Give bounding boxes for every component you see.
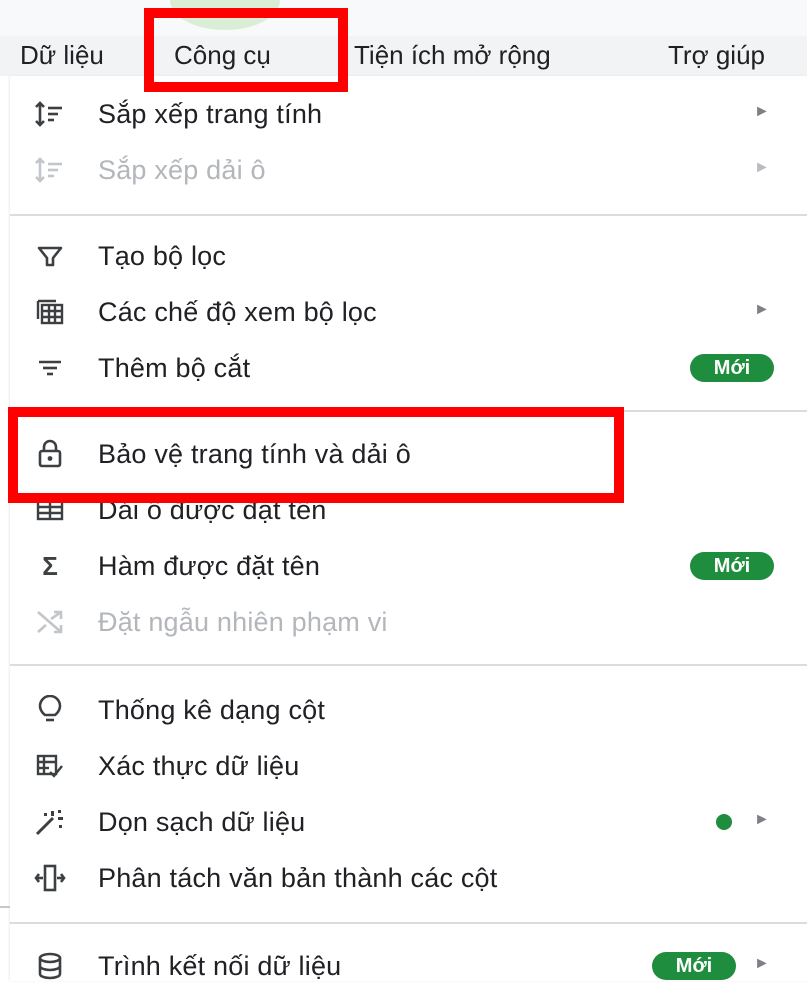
shuffle-icon: [34, 606, 66, 638]
data-menu-dropdown: Sắp xếp trang tính ► Sắp xếp dải ô ► Tạo…: [10, 76, 807, 981]
divider: [0, 906, 10, 908]
menu-item-label: Phân tách văn bản thành các cột: [98, 863, 498, 893]
menu-item-label: Các chế độ xem bộ lọc: [98, 297, 377, 327]
menu-item-label: Trình kết nối dữ liệu: [98, 951, 342, 981]
sort-range-icon: [34, 154, 66, 186]
menu-item-label: Thêm bộ cắt: [98, 353, 251, 383]
new-feature-dot: [716, 814, 732, 830]
submenu-arrow-icon: ►: [754, 301, 770, 318]
menu-item-data-validation[interactable]: Xác thực dữ liệu: [10, 738, 807, 794]
menu-item-create-filter[interactable]: Tạo bộ lọc: [10, 228, 807, 284]
new-badge: Mới: [690, 354, 774, 382]
sigma-icon: Σ: [42, 550, 58, 581]
split-columns-icon: [34, 862, 66, 894]
menu-item-data-cleanup[interactable]: Dọn sạch dữ liệu ►: [10, 794, 807, 850]
menu-extensions[interactable]: Tiện ích mở rộng: [354, 40, 551, 70]
filter-icon: [34, 240, 66, 272]
menu-item-sort-range[interactable]: Sắp xếp dải ô ►: [10, 142, 807, 198]
new-badge: Mới: [690, 552, 774, 580]
menu-item-label: Tạo bộ lọc: [98, 241, 227, 271]
menu-item-label: Đặt ngẫu nhiên phạm vi: [98, 607, 388, 637]
menu-divider: [10, 664, 807, 666]
menu-item-data-connectors[interactable]: Trình kết nối dữ liệu Mới ►: [10, 938, 807, 994]
menu-item-label: Sắp xếp trang tính: [98, 99, 323, 129]
database-icon: [34, 950, 66, 982]
menubar: Dữ liệu Công cụ Tiện ích mở rộng Trợ giú…: [0, 36, 807, 76]
menu-item-label: Dọn sạch dữ liệu: [98, 807, 306, 837]
lightbulb-icon: [34, 694, 66, 726]
submenu-arrow-icon: ►: [754, 103, 770, 120]
menu-item-named-functions[interactable]: Σ Hàm được đặt tên Mới: [10, 538, 807, 594]
menu-item-label: Hàm được đặt tên: [98, 551, 321, 581]
data-validation-icon: [34, 750, 66, 782]
top-strip: [0, 0, 807, 36]
menu-item-add-slicer[interactable]: Thêm bộ cắt Mới: [10, 340, 807, 396]
filter-views-icon: [34, 296, 66, 328]
magic-wand-icon: [34, 806, 66, 838]
menu-item-label: Xác thực dữ liệu: [98, 751, 300, 781]
slicer-icon: [34, 352, 66, 384]
menu-item-split-text[interactable]: Phân tách văn bản thành các cột: [10, 850, 807, 906]
highlight-box-protect-item: [8, 407, 624, 503]
menu-divider: [10, 922, 807, 924]
submenu-arrow-icon: ►: [754, 811, 770, 828]
menu-help[interactable]: Trợ giúp: [668, 40, 765, 70]
submenu-arrow-icon: ►: [754, 955, 770, 972]
menu-item-label: Thống kê dạng cột: [98, 695, 326, 725]
highlight-box-tools-menu: [144, 8, 348, 92]
menu-item-label: Sắp xếp dải ô: [98, 155, 266, 185]
menu-item-filter-views[interactable]: Các chế độ xem bộ lọc ►: [10, 284, 807, 340]
menu-item-randomize-range[interactable]: Đặt ngẫu nhiên phạm vi: [10, 594, 807, 650]
menu-divider: [10, 214, 807, 216]
new-badge: Mới: [652, 952, 736, 980]
menu-item-column-stats[interactable]: Thống kê dạng cột: [10, 682, 807, 738]
submenu-arrow-icon: ►: [754, 159, 770, 176]
menu-item-sort-sheet[interactable]: Sắp xếp trang tính ►: [10, 86, 807, 142]
sort-sheet-icon: [34, 98, 66, 130]
menu-data[interactable]: Dữ liệu: [20, 40, 104, 70]
